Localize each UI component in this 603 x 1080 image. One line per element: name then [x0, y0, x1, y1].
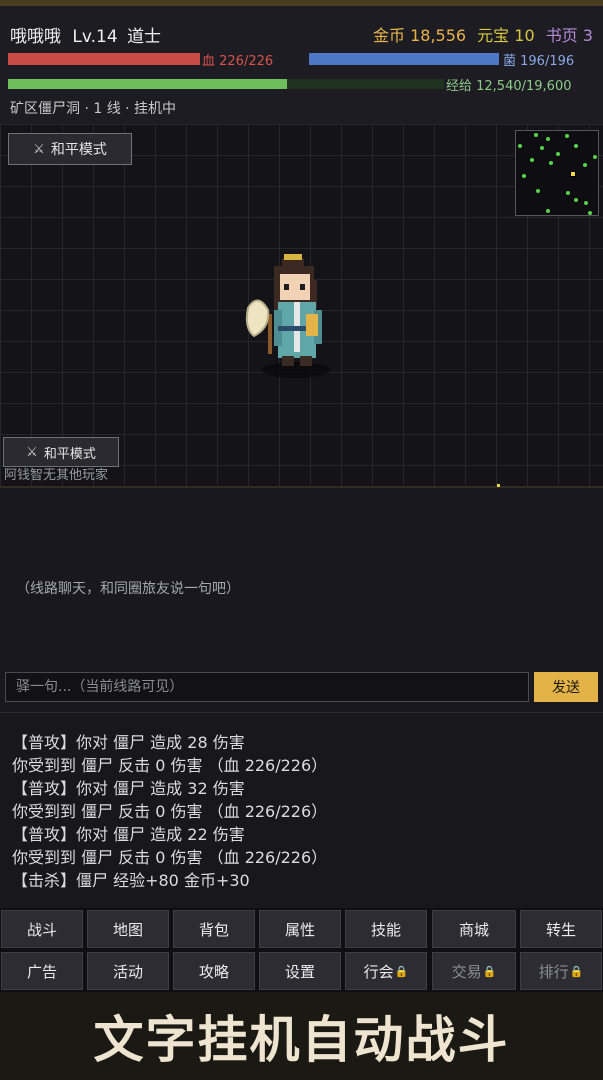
menu-battle-button[interactable]: 战斗: [1, 910, 83, 948]
bottom-menu: 战斗 地图 背包 属性 技能 商城 转生 广告 活动 攻略 设置 行会 🔒 交易 🔒…: [0, 908, 603, 992]
menu-label: 广告: [26, 962, 57, 981]
menu-settings-button[interactable]: 设置: [259, 952, 341, 990]
player-info: 哦哦哦 Lv.14 道士: [10, 22, 161, 47]
minimap-monster-dot: [549, 161, 553, 165]
menu-label: 地图: [112, 920, 143, 939]
shuye-amount: 书页 3: [545, 26, 593, 45]
minimap-monster-dot: [518, 144, 522, 148]
menu-label: 属性: [284, 920, 315, 939]
lock-icon: 🔒: [482, 964, 497, 978]
peace-mode-toggle[interactable]: ⚔ 和平模式: [3, 437, 119, 467]
menu-guild-button[interactable]: 行会 🔒: [345, 952, 427, 990]
menu-label: 商城: [458, 920, 489, 939]
log-line: 【击杀】僵尸 经验+80 金币+30: [12, 871, 250, 890]
minimap-monster-dot: [565, 134, 569, 138]
peace-mode-toggle-label: 和平模式: [43, 446, 96, 462]
menu-trade-button[interactable]: 交易 🔒: [432, 952, 516, 990]
menu-label: 排行: [538, 962, 569, 981]
promo-banner-text: 文字挂机自动战斗: [93, 1010, 510, 1069]
menu-ranking-button[interactable]: 排行 🔒: [520, 952, 602, 990]
player-level: Lv.14: [72, 27, 118, 47]
minimap-monster-dot: [556, 152, 560, 156]
minimap-monster-dot: [574, 198, 578, 202]
yuanbao-amount: 元宝 10: [477, 26, 535, 45]
minimap-monster-dot: [583, 163, 587, 167]
minimap-monster-dot: [540, 146, 544, 150]
hp-bar: [8, 53, 200, 65]
battle-log: 【普攻】你对 僵尸 造成 28 伤害 你受到到 僵尸 反击 0 伤害 （血 22…: [0, 712, 603, 908]
menu-ads-button[interactable]: 广告: [1, 952, 83, 990]
chat-empty-hint: （线路聊天，和同圈旅友说一句吧）: [16, 581, 240, 597]
log-line: 【普攻】你对 僵尸 造成 28 伤害: [12, 733, 245, 752]
crossed-swords-icon: ⚔: [26, 444, 38, 460]
menu-bag-button[interactable]: 背包: [173, 910, 255, 948]
minimap-monster-dot: [534, 133, 538, 137]
minimap-player-marker: [570, 171, 576, 177]
minimap-monster-dot: [593, 155, 597, 159]
menu-skills-button[interactable]: 技能: [345, 910, 427, 948]
menu-label: 行会: [363, 962, 394, 981]
player-character-sprite: [245, 254, 330, 378]
send-button[interactable]: 发送: [534, 672, 598, 702]
edge-marker: [497, 484, 500, 487]
minimap-monster-dot: [546, 137, 550, 141]
hp-text: 血 226/226: [202, 54, 274, 69]
menu-shop-button[interactable]: 商城: [432, 910, 516, 948]
menu-map-button[interactable]: 地图: [87, 910, 169, 948]
game-field[interactable]: ⚔ 和平模式 ⚔ 和平模式 阿钱智无其他玩家: [0, 124, 603, 488]
promo-banner: 文字挂机自动战斗: [0, 992, 603, 1080]
minimap-monster-dot: [566, 191, 570, 195]
peace-mode-label: 和平模式: [50, 142, 107, 158]
log-line: 【普攻】你对 僵尸 造成 22 伤害: [12, 825, 245, 844]
location-status: 矿区僵尸洞 · 1 线 · 挂机中: [10, 101, 177, 117]
log-line: 你受到到 僵尸 反击 0 伤害 （血 226/226）: [12, 756, 328, 775]
currency-display: 金币 18,556 元宝 10 书页 3: [367, 22, 593, 46]
exp-bar: [8, 79, 444, 89]
exp-text: 经给 12,540/19,600: [446, 79, 572, 94]
minimap-monster-dot: [574, 144, 578, 148]
menu-label: 活动: [112, 962, 143, 981]
menu-events-button[interactable]: 活动: [87, 952, 169, 990]
peace-mode-button[interactable]: ⚔ 和平模式: [8, 133, 132, 165]
menu-label: 战斗: [26, 920, 57, 939]
lock-icon: 🔒: [394, 964, 409, 978]
minimap-monster-dot: [522, 174, 526, 178]
menu-attributes-button[interactable]: 属性: [259, 910, 341, 948]
chat-input[interactable]: [5, 672, 529, 702]
minimap[interactable]: [515, 130, 599, 216]
player-name: 哦哦哦: [10, 27, 61, 47]
menu-guide-button[interactable]: 攻略: [173, 952, 255, 990]
exp-bar-fill: [8, 79, 288, 89]
player-class: 道士: [127, 27, 162, 47]
minimap-monster-dot: [530, 158, 534, 162]
minimap-monster-dot: [584, 201, 588, 205]
hp-bar-fill: [8, 53, 200, 65]
mp-text: 菌 196/196: [503, 54, 575, 69]
log-line: 【普攻】你对 僵尸 造成 32 伤害: [12, 779, 245, 798]
mp-bar-fill: [309, 53, 499, 65]
nearby-players-status: 阿钱智无其他玩家: [4, 468, 109, 483]
log-line: 你受到到 僵尸 反击 0 伤害 （血 226/226）: [12, 848, 328, 867]
minimap-monster-dot: [546, 209, 550, 213]
menu-label: 设置: [284, 962, 315, 981]
log-line: 你受到到 僵尸 反击 0 伤害 （血 226/226）: [12, 802, 328, 821]
menu-label: 攻略: [198, 962, 229, 981]
menu-rebirth-button[interactable]: 转生: [520, 910, 602, 948]
mp-bar: [309, 53, 499, 65]
menu-label: 背包: [198, 920, 229, 939]
status-header: 哦哦哦 Lv.14 道士 金币 18,556 元宝 10 书页 3 血 226/…: [0, 6, 603, 124]
crossed-swords-icon: ⚔: [33, 141, 45, 157]
gold-amount: 金币 18,556: [373, 26, 467, 45]
menu-label: 交易: [451, 962, 482, 981]
minimap-monster-dot: [588, 211, 592, 215]
menu-label: 转生: [545, 920, 576, 939]
minimap-monster-dot: [536, 189, 540, 193]
chat-panel: （线路聊天，和同圈旅友说一句吧） 发送: [0, 488, 603, 712]
menu-label: 技能: [370, 920, 401, 939]
lock-icon: 🔒: [569, 964, 584, 978]
